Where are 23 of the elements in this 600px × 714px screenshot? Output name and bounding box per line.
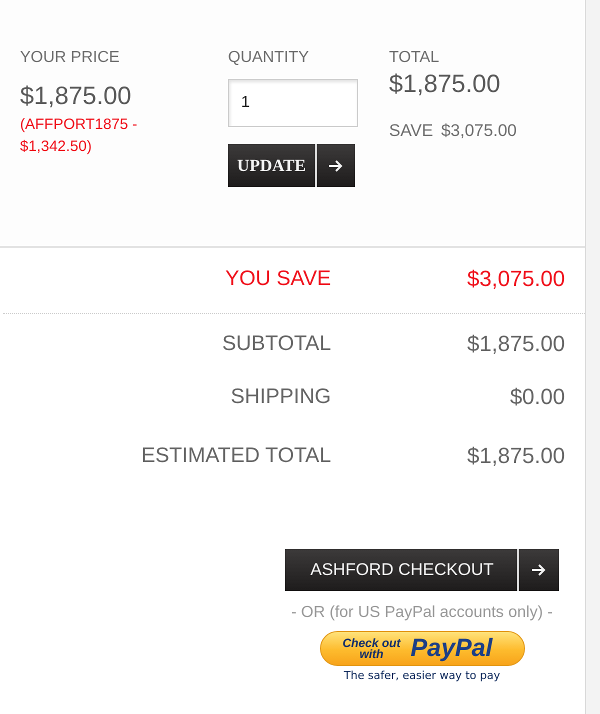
summary-value: $0.00 (510, 383, 565, 411)
summary-label: SHIPPING (230, 384, 331, 410)
promo-code-text: (AFFPORT1875 - $1,342.50) (20, 115, 138, 157)
summary-value: $1,875.00 (467, 442, 565, 470)
summary-label: ESTIMATED TOTAL (141, 443, 331, 469)
summary-value: $3,075.00 (467, 265, 565, 293)
summary-label: SUBTOTAL (222, 331, 331, 357)
quantity-input[interactable]: 1 (228, 79, 358, 127)
paypal-tagline: The safer, easier way to pay (344, 669, 500, 683)
checkout-button[interactable]: ASHFORD CHECKOUT (285, 549, 559, 591)
your-price-amount: $1,875.00 (20, 82, 132, 110)
your-price-label: YOUR PRICE (20, 49, 120, 67)
quantity-label: QUANTITY (228, 49, 309, 67)
arrow-right-icon (532, 564, 546, 576)
paypal-alternative-note: - OR (for US PayPal accounts only) - (291, 603, 553, 623)
save-label: SAVE (389, 121, 434, 141)
total-label: TOTAL (389, 49, 440, 67)
update-button[interactable]: UPDATE (228, 144, 355, 187)
save-amount: $3,075.00 (441, 121, 517, 141)
summary-label: YOU SAVE (225, 266, 331, 292)
arrow-right-icon (329, 160, 343, 172)
total-amount: $1,875.00 (389, 70, 500, 98)
summary-value: $1,875.00 (467, 330, 565, 358)
